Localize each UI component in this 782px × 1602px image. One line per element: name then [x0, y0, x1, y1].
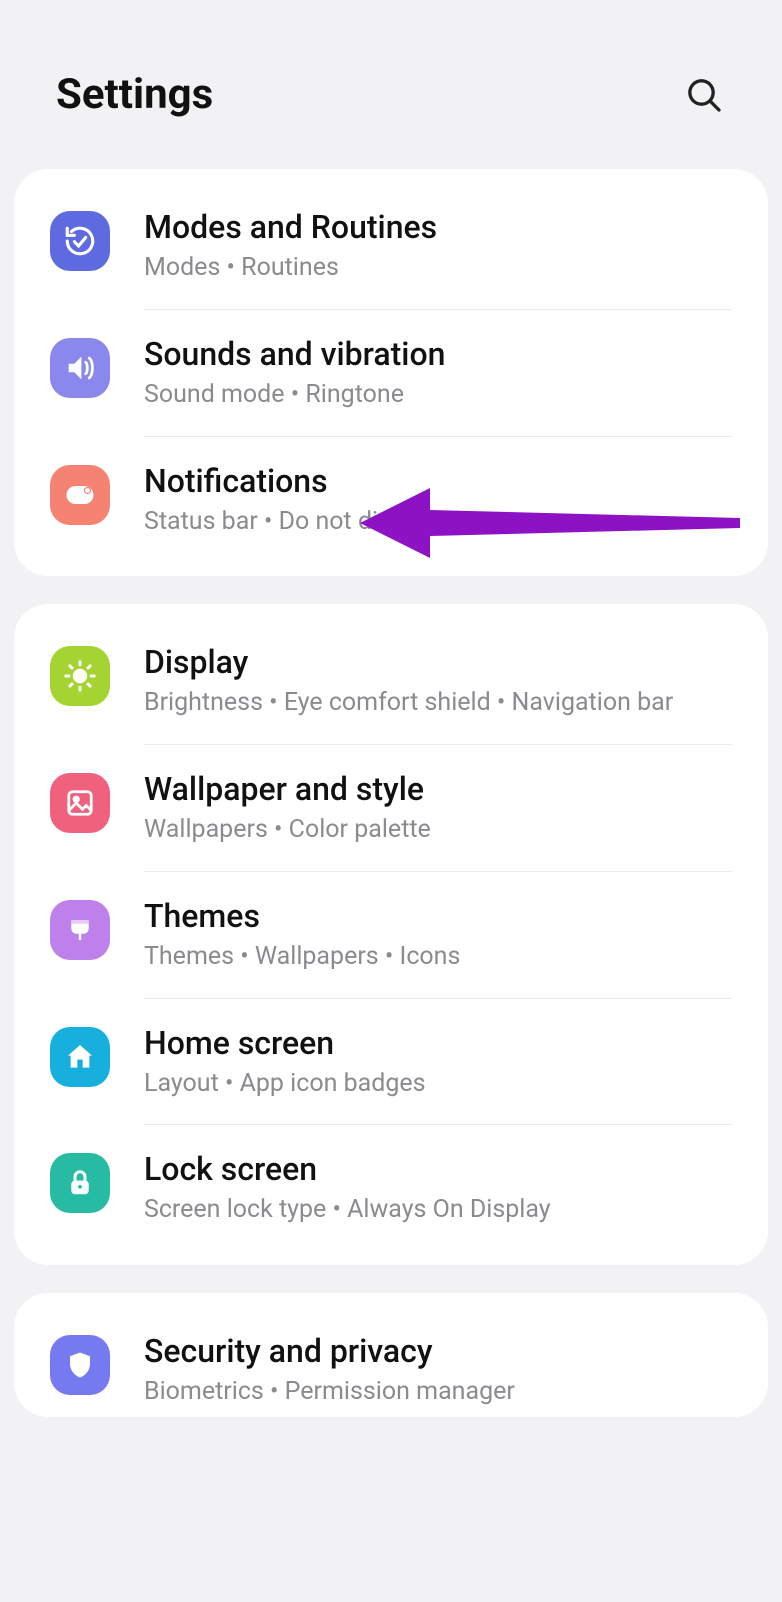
row-title: Security and privacy: [144, 1331, 722, 1371]
row-notifications[interactable]: Notifications Status bar • Do not distur…: [14, 437, 768, 563]
row-title: Wallpaper and style: [144, 769, 722, 809]
sun-icon: [50, 646, 110, 706]
row-security-privacy[interactable]: Security and privacy Biometrics • Permis…: [14, 1307, 768, 1417]
row-lock-screen[interactable]: Lock screen Screen lock type • Always On…: [14, 1125, 768, 1251]
row-themes[interactable]: Themes Themes • Wallpapers • Icons: [14, 872, 768, 998]
row-subtitle: Wallpapers • Color palette: [144, 813, 722, 847]
row-subtitle: Layout • App icon badges: [144, 1067, 722, 1101]
row-home-screen[interactable]: Home screen Layout • App icon badges: [14, 999, 768, 1125]
brush-icon: [50, 900, 110, 960]
row-title: Sounds and vibration: [144, 334, 722, 374]
row-title: Display: [144, 642, 722, 682]
row-subtitle: Modes • Routines: [144, 251, 722, 285]
header: Settings: [0, 0, 782, 159]
lock-icon: [50, 1153, 110, 1213]
settings-group-1: Modes and Routines Modes • Routines Soun…: [14, 169, 768, 576]
home-icon: [50, 1027, 110, 1087]
search-button[interactable]: [682, 73, 726, 117]
row-subtitle: Biometrics • Permission manager: [144, 1375, 722, 1409]
row-subtitle: Brightness • Eye comfort shield • Naviga…: [144, 686, 722, 720]
row-sounds-vibration[interactable]: Sounds and vibration Sound mode • Ringto…: [14, 310, 768, 436]
settings-group-2: Display Brightness • Eye comfort shield …: [14, 604, 768, 1265]
search-icon: [684, 75, 724, 115]
row-title: Lock screen: [144, 1149, 722, 1189]
row-subtitle: Screen lock type • Always On Display: [144, 1193, 722, 1227]
modes-routines-icon: [50, 211, 110, 271]
row-title: Notifications: [144, 461, 722, 501]
row-title: Modes and Routines: [144, 207, 722, 247]
row-wallpaper-style[interactable]: Wallpaper and style Wallpapers • Color p…: [14, 745, 768, 871]
speaker-icon: [50, 338, 110, 398]
row-subtitle: Sound mode • Ringtone: [144, 378, 722, 412]
row-modes-routines[interactable]: Modes and Routines Modes • Routines: [14, 183, 768, 309]
row-subtitle: Status bar • Do not disturb: [144, 505, 722, 539]
notification-icon: [50, 465, 110, 525]
row-title: Home screen: [144, 1023, 722, 1063]
row-subtitle: Themes • Wallpapers • Icons: [144, 940, 722, 974]
shield-icon: [50, 1335, 110, 1395]
settings-group-3: Security and privacy Biometrics • Permis…: [14, 1293, 768, 1417]
picture-icon: [50, 773, 110, 833]
row-display[interactable]: Display Brightness • Eye comfort shield …: [14, 618, 768, 744]
page-title: Settings: [56, 70, 213, 119]
row-title: Themes: [144, 896, 722, 936]
